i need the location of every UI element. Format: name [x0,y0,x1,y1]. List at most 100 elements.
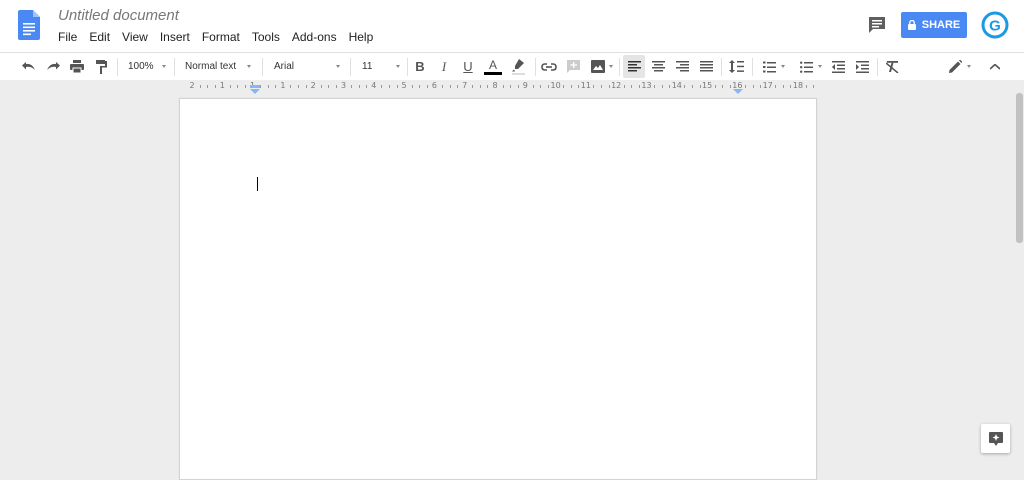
ruler-label: 2 [189,81,195,90]
ruler-tick [669,85,671,88]
highlight-icon[interactable] [510,53,526,80]
ruler-tick [267,85,269,88]
font-size-value: 11 [362,61,373,72]
chevron-down-icon [162,65,166,68]
menu-file[interactable]: File [58,30,83,44]
font-family-select[interactable]: Arial [274,53,340,80]
chevron-up-icon[interactable] [986,53,1004,80]
menu-view[interactable]: View [116,30,154,44]
text-cursor [257,177,258,191]
chevron-down-icon [609,65,613,68]
paint-format-icon[interactable] [93,53,109,80]
ruler-tick [623,85,625,88]
ruler-tick [782,85,784,88]
scrollbar-thumb[interactable] [1016,93,1023,243]
clear-formatting-icon[interactable] [884,53,902,80]
align-right-icon[interactable] [674,53,690,80]
ruler-tick [510,85,512,88]
menu-tools[interactable]: Tools [246,30,286,44]
italic-button[interactable]: I [436,53,452,80]
undo-icon[interactable] [20,53,38,80]
ruler-tick [570,85,572,88]
avatar-letter: G [989,18,1001,35]
ruler-tick [790,85,792,88]
ruler-tick [540,85,542,88]
document-page[interactable] [179,98,817,480]
menubar: File Edit View Insert Format Tools Add-o… [58,30,379,44]
document-title[interactable]: Untitled document [58,7,179,24]
ruler-label: 1 [280,81,286,90]
header: Untitled document File Edit View Insert … [0,0,1024,52]
ruler-tick [396,85,398,88]
menu-format[interactable]: Format [196,30,246,44]
ruler-tick [199,85,201,88]
ruler-tick [813,85,815,88]
font-size-select[interactable]: 11 [362,53,400,80]
ruler-tick [260,85,262,88]
zoom-select[interactable]: 100% [128,53,166,80]
menu-add-ons[interactable]: Add-ons [286,30,343,44]
right-indent-marker[interactable] [733,81,743,99]
ruler-tick [457,85,459,88]
ruler-label: 9 [522,81,528,90]
ruler-tick [722,85,724,88]
text-color-button[interactable]: A [483,53,503,80]
ruler-tick [752,85,754,88]
menu-edit[interactable]: Edit [83,30,116,44]
insert-image-button[interactable] [588,53,616,80]
editing-mode-button[interactable] [946,53,974,80]
ruler-tick [275,85,277,88]
docs-logo-icon[interactable] [18,10,40,40]
ruler-label: 8 [492,81,498,90]
ruler-tick [578,85,580,88]
ruler-label: 3 [340,81,347,90]
bold-button[interactable]: B [412,53,428,80]
ruler-tick [638,85,640,88]
decrease-indent-icon[interactable] [830,53,846,80]
toolbar-divider [407,58,408,76]
font-family-value: Arial [274,61,295,72]
toolbar-divider [117,58,118,76]
menu-help[interactable]: Help [343,30,380,44]
ruler-tick [419,85,421,88]
align-left-icon[interactable] [623,55,645,78]
redo-icon[interactable] [44,53,62,80]
account-avatar[interactable]: G [981,11,1009,39]
ruler-tick [335,85,337,88]
increase-indent-icon[interactable] [854,53,870,80]
ruler-label: 11 [580,81,591,90]
share-label: SHARE [921,19,961,31]
print-icon[interactable] [68,53,86,80]
add-comment-icon[interactable] [565,53,581,80]
numbered-list-button[interactable] [758,53,790,80]
chevron-down-icon [818,65,822,68]
toolbar-divider [262,58,263,76]
share-button[interactable]: SHARE [901,12,967,38]
ruler-scale: 211123456789101112131415161718 [178,80,816,94]
ruler-label: 7 [462,81,468,90]
ruler-tick [305,85,307,88]
link-icon[interactable] [540,53,558,80]
ruler-tick [775,85,777,88]
ruler-tick [366,85,368,88]
ruler-tick [532,85,534,88]
underline-button[interactable]: U [460,53,476,80]
line-spacing-icon[interactable] [727,53,745,80]
ruler-tick [744,85,746,88]
left-indent-marker[interactable] [250,81,260,99]
ruler-tick [214,85,216,88]
ruler-tick [699,85,701,88]
ruler-tick [245,85,247,88]
menu-insert[interactable]: Insert [154,30,196,44]
ruler-tick [487,85,489,88]
chevron-down-icon [247,65,251,68]
explore-button[interactable] [981,424,1010,453]
ruler[interactable]: 211123456789101112131415161718 [0,80,1024,94]
align-center-icon[interactable] [650,53,666,80]
bulleted-list-button[interactable] [796,53,826,80]
comments-icon[interactable] [867,15,887,35]
justify-icon[interactable] [698,53,714,80]
ruler-tick [691,85,693,88]
ruler-tick [479,85,481,88]
paragraph-style-select[interactable]: Normal text [185,53,251,80]
